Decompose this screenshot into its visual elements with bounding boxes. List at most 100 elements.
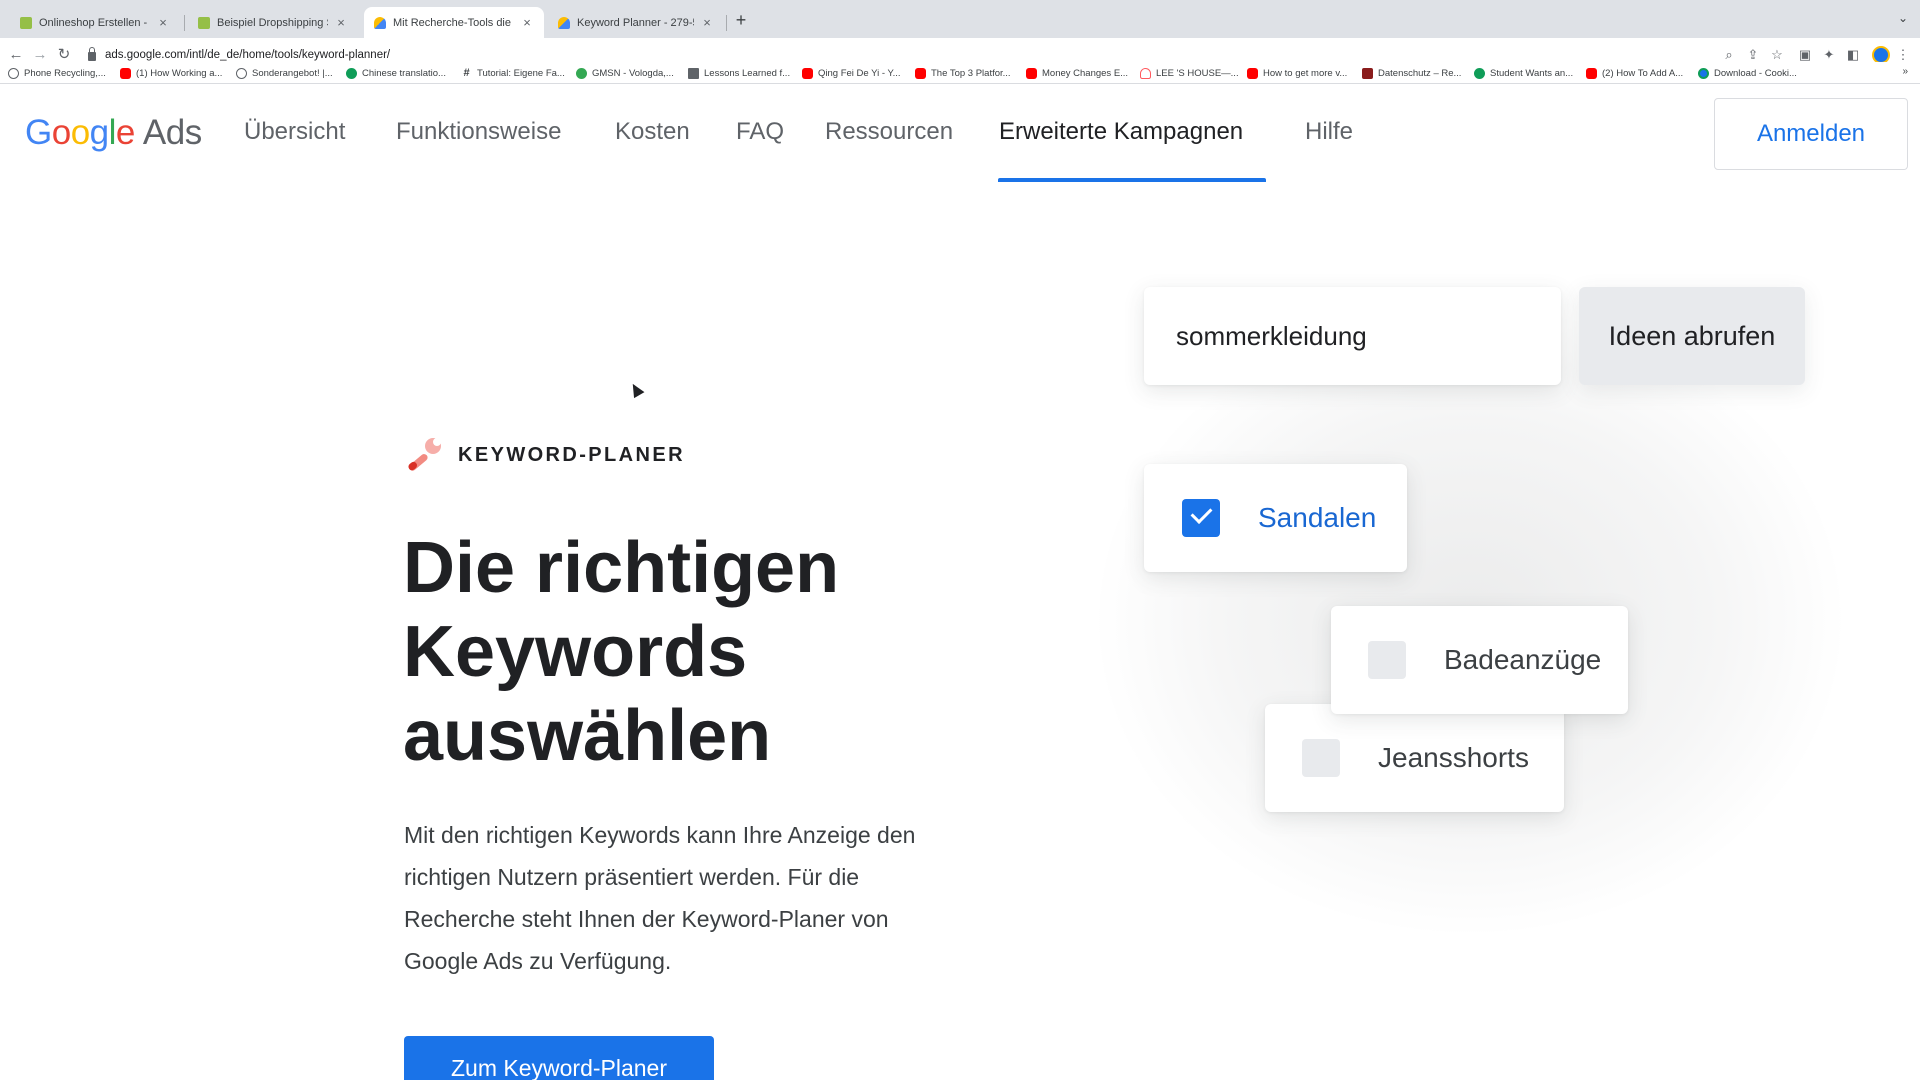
shopify-favicon-icon — [20, 16, 32, 29]
browser-tabstrip: Onlineshop Erstellen - Einfach × Beispie… — [0, 0, 1920, 38]
browser-tab-title: Keyword Planner - 279-560-18 — [577, 16, 694, 29]
youtube-icon — [1026, 67, 1037, 79]
shopify-favicon-icon — [198, 16, 210, 29]
bookmark-favicon-icon — [1362, 67, 1373, 79]
close-tab-icon[interactable]: × — [334, 15, 348, 30]
eyebrow-label: KEYWORD-PLANER — [458, 443, 685, 466]
mouse-cursor-icon — [627, 380, 645, 399]
bookmark-label: GMSN - Vologda,... — [592, 67, 674, 79]
keyword-option-jeansshorts[interactable]: Jeansshorts — [1265, 704, 1564, 812]
bookmark-item[interactable]: Lessons Learned f... — [688, 65, 790, 81]
bookmark-favicon-icon — [1698, 67, 1709, 79]
bookmark-item[interactable]: Qing Fei De Yi - Y... — [802, 65, 901, 81]
bookmark-item[interactable]: # Tutorial: Eigene Fa... — [461, 65, 564, 81]
checkbox-checked-icon[interactable] — [1182, 499, 1220, 537]
bookmark-item[interactable]: Datenschutz – Re... — [1362, 65, 1461, 81]
bookmark-label: Student Wants an... — [1490, 67, 1574, 79]
logo-letter: o — [70, 113, 90, 152]
bookmark-label: Chinese translatio... — [362, 67, 446, 79]
bookmark-item[interactable]: Student Wants an... — [1474, 65, 1573, 81]
google-ads-logo[interactable]: Google Ads — [25, 113, 202, 153]
keyword-option-badeanzuege[interactable]: Badeanzüge — [1331, 606, 1628, 714]
bookmark-label: Sonderangebot! |... — [252, 67, 333, 79]
nav-hilfe[interactable]: Hilfe — [1305, 118, 1353, 146]
bookmark-favicon-icon — [576, 67, 587, 79]
bookmark-item[interactable]: LEE 'S HOUSE—... — [1140, 65, 1239, 81]
bookmark-item[interactable]: Download - Cooki... — [1698, 65, 1797, 81]
bookmark-label: (2) How To Add A... — [1602, 67, 1684, 79]
logo-letter: l — [108, 113, 117, 152]
google-ads-favicon-icon — [374, 16, 386, 29]
hero-description: Mit den richtigen Keywords kann Ihre Anz… — [404, 822, 916, 974]
nav-erweiterte-kampagnen[interactable]: Erweiterte Kampagnen — [999, 118, 1243, 146]
bookmark-item[interactable]: Money Changes E... — [1026, 65, 1128, 81]
browser-tab-2[interactable]: Beispiel Dropshipping Store · S × — [188, 7, 358, 38]
nav-kosten[interactable]: Kosten — [615, 118, 690, 146]
keyword-option-label: Badeanzüge — [1444, 644, 1602, 675]
headline-line: Keywords — [403, 612, 748, 692]
bookmark-label: Lessons Learned f... — [704, 67, 791, 79]
nav-faq[interactable]: FAQ — [736, 118, 784, 146]
browser-tab-title: Onlineshop Erstellen - Einfach — [39, 16, 150, 29]
checkbox-unchecked-icon[interactable] — [1302, 739, 1340, 777]
signin-button[interactable]: Anmelden — [1714, 98, 1908, 170]
lock-icon — [88, 46, 96, 61]
close-tab-icon[interactable]: × — [520, 15, 534, 30]
nav-funktionsweise[interactable]: Funktionsweise — [396, 118, 561, 146]
bookmark-label: LEE 'S HOUSE—... — [1156, 67, 1239, 79]
bookmark-item[interactable]: (2) How To Add A... — [1586, 65, 1683, 81]
hero-headline: Die richtigen Keywords auswählen — [403, 526, 963, 778]
bookmark-item[interactable]: Sonderangebot! |... — [236, 65, 333, 81]
youtube-icon — [1247, 67, 1258, 79]
bookmark-label: Money Changes E... — [1042, 67, 1129, 79]
keyword-option-label: Sandalen — [1258, 502, 1377, 533]
new-tab-button[interactable]: + — [730, 9, 752, 31]
get-ideas-button[interactable]: Ideen abrufen — [1579, 287, 1805, 385]
browser-tab-title: Mit Recherche-Tools die richtig — [393, 16, 514, 29]
browser-tab-4[interactable]: Keyword Planner - 279-560-18 × — [548, 7, 724, 38]
keyword-search-field[interactable]: sommerkleidung — [1144, 287, 1561, 385]
bookmark-item[interactable]: The Top 3 Platfor... — [915, 65, 1011, 81]
bookmark-label: Download - Cooki... — [1714, 67, 1797, 79]
bookmark-item[interactable]: GMSN - Vologda,... — [576, 65, 674, 81]
close-tab-icon[interactable]: × — [700, 15, 714, 30]
browser-tab-1[interactable]: Onlineshop Erstellen - Einfach × — [10, 7, 180, 38]
keyword-planner-cta-button[interactable]: Zum Keyword-Planer — [404, 1036, 714, 1080]
youtube-icon — [120, 67, 131, 79]
bookmark-label: How to get more v... — [1263, 67, 1348, 79]
keyword-option-sandalen[interactable]: Sandalen — [1144, 464, 1407, 572]
youtube-icon — [915, 67, 926, 79]
browser-tab-title: Beispiel Dropshipping Store · S — [217, 16, 328, 29]
nav-uebersicht[interactable]: Übersicht — [244, 118, 345, 146]
tab-search-chevron-icon[interactable]: ⌄ — [1898, 11, 1908, 25]
bookmark-favicon-icon — [688, 67, 699, 79]
nav-ressourcen[interactable]: Ressourcen — [825, 118, 953, 146]
close-tab-icon[interactable]: × — [156, 15, 170, 30]
headline-line: Die richtigen — [403, 528, 840, 608]
active-nav-indicator — [998, 178, 1266, 182]
bookmark-label: The Top 3 Platfor... — [931, 67, 1011, 79]
bookmark-item[interactable]: Phone Recycling,... — [8, 65, 106, 81]
checkbox-unchecked-icon[interactable] — [1368, 641, 1406, 679]
bookmark-label: Phone Recycling,... — [24, 67, 106, 79]
bookmark-favicon-icon — [8, 67, 19, 79]
headline-line: auswählen — [403, 696, 772, 776]
bookmark-label: Qing Fei De Yi - Y... — [818, 67, 901, 79]
hashtag-icon: # — [463, 66, 470, 79]
youtube-icon — [1586, 67, 1597, 79]
site-header: Google Ads Übersicht Funktionsweise Koste… — [0, 84, 1920, 184]
bookmark-favicon-icon — [236, 67, 247, 79]
logo-suffix: Ads — [142, 113, 202, 152]
product-eyebrow: KEYWORD-PLANER — [404, 435, 685, 475]
bookmarks-bar: Phone Recycling,... (1) How Working a...… — [0, 62, 1920, 84]
keyword-option-label: Jeansshorts — [1378, 742, 1529, 773]
youtube-icon — [802, 67, 813, 79]
browser-tab-3-active[interactable]: Mit Recherche-Tools die richtig × — [364, 7, 544, 38]
bookmarks-overflow-button[interactable]: » — [1902, 66, 1908, 77]
bookmark-item[interactable]: Chinese translatio... — [346, 65, 446, 81]
logo-letter: o — [51, 113, 71, 152]
bookmark-favicon-icon — [346, 67, 357, 79]
logo-letter: e — [115, 113, 135, 152]
bookmark-item[interactable]: How to get more v... — [1247, 65, 1347, 81]
bookmark-item[interactable]: (1) How Working a... — [120, 65, 222, 81]
